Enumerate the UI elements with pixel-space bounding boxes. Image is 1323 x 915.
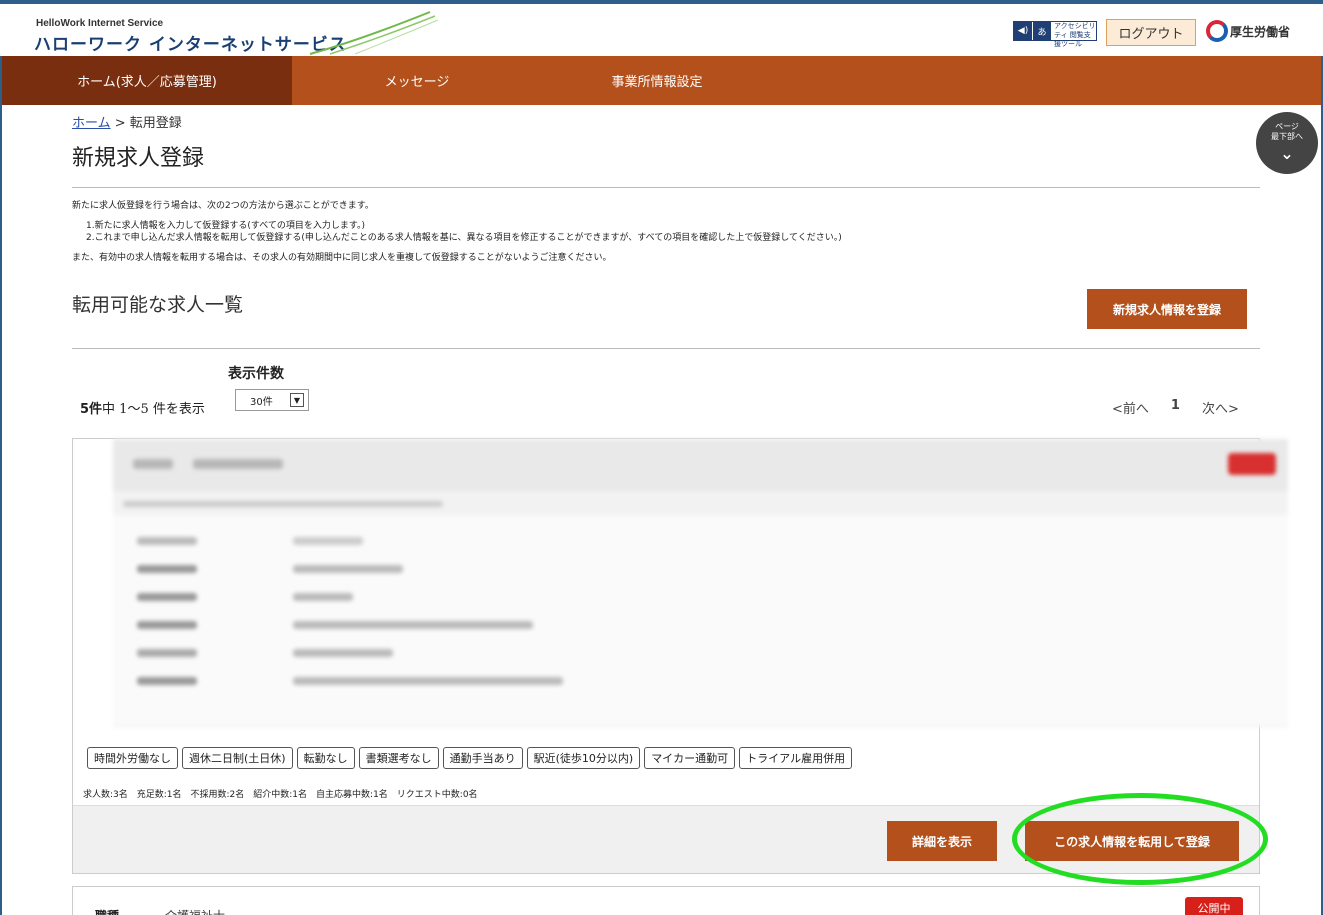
ministry-mark-icon <box>1206 20 1228 42</box>
job-card: 時間外労働なし 週休二日制(土日休) 転勤なし 書類選考なし 通勤手当あり 駅近… <box>72 438 1288 874</box>
accessibility-label: アクセシビリティ 閲覧支援ツール <box>1054 22 1096 48</box>
breadcrumb: ホーム > 転用登録 <box>72 112 182 131</box>
intro-line-2: 1.新たに求人情報を入力して仮登録する(すべての項目を入力します。) <box>86 221 365 231</box>
reuse-job-register-button[interactable]: この求人情報を転用して登録 <box>1025 821 1239 861</box>
divider <box>72 187 1260 188</box>
nav-item-messages[interactable]: メッセージ <box>292 56 542 105</box>
tag-commute-allowance: 通勤手当あり <box>442 747 523 769</box>
intro-line-3: 2.これまで申し込んだ求人情報を転用して仮登録する(申し込んだことのある求人情報… <box>86 233 842 243</box>
jump-label-2: 最下部へ <box>1271 132 1303 141</box>
tag-two-days-off: 週休二日制(土日休) <box>182 747 293 769</box>
jump-to-bottom-button[interactable]: ページ 最下部へ ⌄ <box>1256 112 1318 174</box>
intro-line-1: 新たに求人仮登録を行う場合は、次の2つの方法から選ぶことができます。 <box>72 201 374 211</box>
intro-line-4: また、有効中の求人情報を転用する場合は、その求人の有効期間中に同じ求人を重複して… <box>72 253 612 263</box>
blurred-job-details <box>113 439 1288 727</box>
nav-item-office-settings[interactable]: 事業所情報設定 <box>542 56 772 105</box>
jump-label-1: ページ <box>1275 122 1299 131</box>
divider <box>72 348 1260 349</box>
site-header: HelloWork Internet Service ハローワーク インターネッ… <box>0 4 1323 56</box>
pagination: <前へ 1 次へ> <box>1112 398 1239 417</box>
breadcrumb-current: > 転用登録 <box>110 116 182 131</box>
ministry-logo[interactable]: 厚生労働省 <box>1206 20 1290 42</box>
accessibility-tool-button[interactable]: ◀) あ アクセシビリティ 閲覧支援ツール <box>1013 21 1097 48</box>
job-card-subtitle: 介護福祉士 <box>165 907 225 915</box>
status-badge: 公開中 <box>1185 897 1243 915</box>
tag-trial-employment: トライアル雇用併用 <box>739 747 853 769</box>
per-page-label: 表示件数 <box>228 366 284 382</box>
pager-current-page: 1 <box>1170 398 1180 413</box>
tag-no-document-screening: 書類選考なし <box>358 747 439 769</box>
ministry-label: 厚生労働省 <box>1230 24 1291 39</box>
kana-icon: あ <box>1033 22 1051 40</box>
intro-text: 新たに求人仮登録を行う場合は、次の2つの方法から選ぶことができます。 1.新たに… <box>72 200 842 264</box>
result-count: 5件中 1〜5 件を表示 <box>80 398 205 417</box>
result-count-total: 5件 <box>80 402 103 417</box>
tag-car-commute: マイカー通勤可 <box>644 747 736 769</box>
new-job-register-button[interactable]: 新規求人情報を登録 <box>1087 289 1247 329</box>
pager-next[interactable]: 次へ> <box>1202 398 1239 417</box>
result-count-range: 中 1〜5 件を表示 <box>102 402 205 417</box>
tag-near-station: 駅近(徒歩10分以内) <box>526 747 641 769</box>
job-card-title: 職種 <box>95 907 119 915</box>
card-actions: 詳細を表示 この求人情報を転用して登録 <box>73 805 1259 873</box>
per-page-select[interactable]: 30件 ▼ <box>235 389 309 411</box>
per-page-value: 30件 <box>250 396 273 408</box>
pager-prev[interactable]: <前へ <box>1112 398 1149 417</box>
job-feature-tags: 時間外労働なし 週休二日制(土日休) 転勤なし 書類選考なし 通勤手当あり 駅近… <box>87 747 853 769</box>
logout-button[interactable]: ログアウト <box>1106 19 1196 46</box>
tag-no-transfer: 転勤なし <box>296 747 355 769</box>
logo-subtitle: HelloWork Internet Service <box>36 18 164 29</box>
logo-swoosh-icon <box>309 11 439 55</box>
frame-left <box>0 0 2 915</box>
job-stats: 求人数:3名 充足数:1名 不採用数:2名 紹介中数:1名 自主応募中数:1名 … <box>83 790 478 800</box>
main-nav: ホーム(求人／応募管理) メッセージ 事業所情報設定 <box>2 56 1321 105</box>
section-title: 転用可能な求人一覧 <box>72 294 244 316</box>
chevron-down-icon: ⌄ <box>1280 144 1294 163</box>
speaker-icon: ◀) <box>1014 22 1032 40</box>
tag-no-overtime: 時間外労働なし <box>87 747 178 769</box>
nav-item-home[interactable]: ホーム(求人／応募管理) <box>2 56 292 105</box>
breadcrumb-home-link[interactable]: ホーム <box>72 116 111 131</box>
show-detail-button[interactable]: 詳細を表示 <box>887 821 997 861</box>
job-card: 職種 介護福祉士 公開中 <box>72 886 1260 915</box>
page-title: 新規求人登録 <box>72 146 205 171</box>
chevron-down-icon: ▼ <box>290 393 304 407</box>
